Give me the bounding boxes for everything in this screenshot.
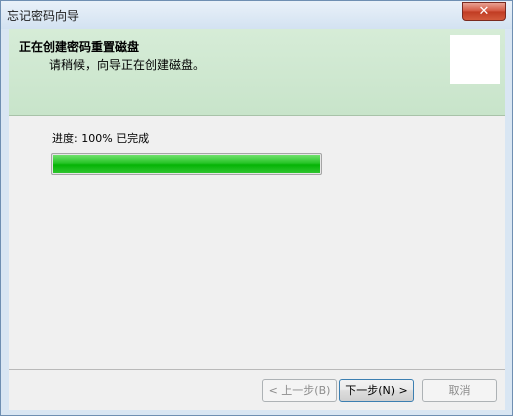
page-subtitle: 请稍候，向导正在创建磁盘。	[49, 58, 206, 72]
next-button[interactable]: 下一步(N) >	[339, 379, 414, 402]
wizard-footer: < 上一步(B) 下一步(N) > 取消	[9, 370, 505, 410]
close-button[interactable]: ✕	[462, 2, 506, 21]
wizard-content: 进度: 100% 已完成	[9, 116, 505, 370]
progress-bar	[51, 153, 322, 175]
back-button[interactable]: < 上一步(B)	[262, 379, 337, 402]
progress-label: 进度: 100% 已完成	[52, 132, 150, 145]
window-title: 忘记密码向导	[7, 9, 80, 23]
page-title: 正在创建密码重置磁盘	[19, 40, 140, 54]
progress-bar-fill	[53, 155, 320, 173]
header-image-placeholder	[450, 35, 500, 84]
cancel-button[interactable]: 取消	[422, 379, 497, 402]
title-bar[interactable]: 忘记密码向导 ✕	[1, 1, 512, 29]
close-icon: ✕	[478, 4, 490, 19]
wizard-header: 正在创建密码重置磁盘 请稍候，向导正在创建磁盘。	[9, 29, 505, 116]
wizard-window: 忘记密码向导 ✕ 正在创建密码重置磁盘 请稍候，向导正在创建磁盘。 进度: 10…	[0, 0, 513, 416]
